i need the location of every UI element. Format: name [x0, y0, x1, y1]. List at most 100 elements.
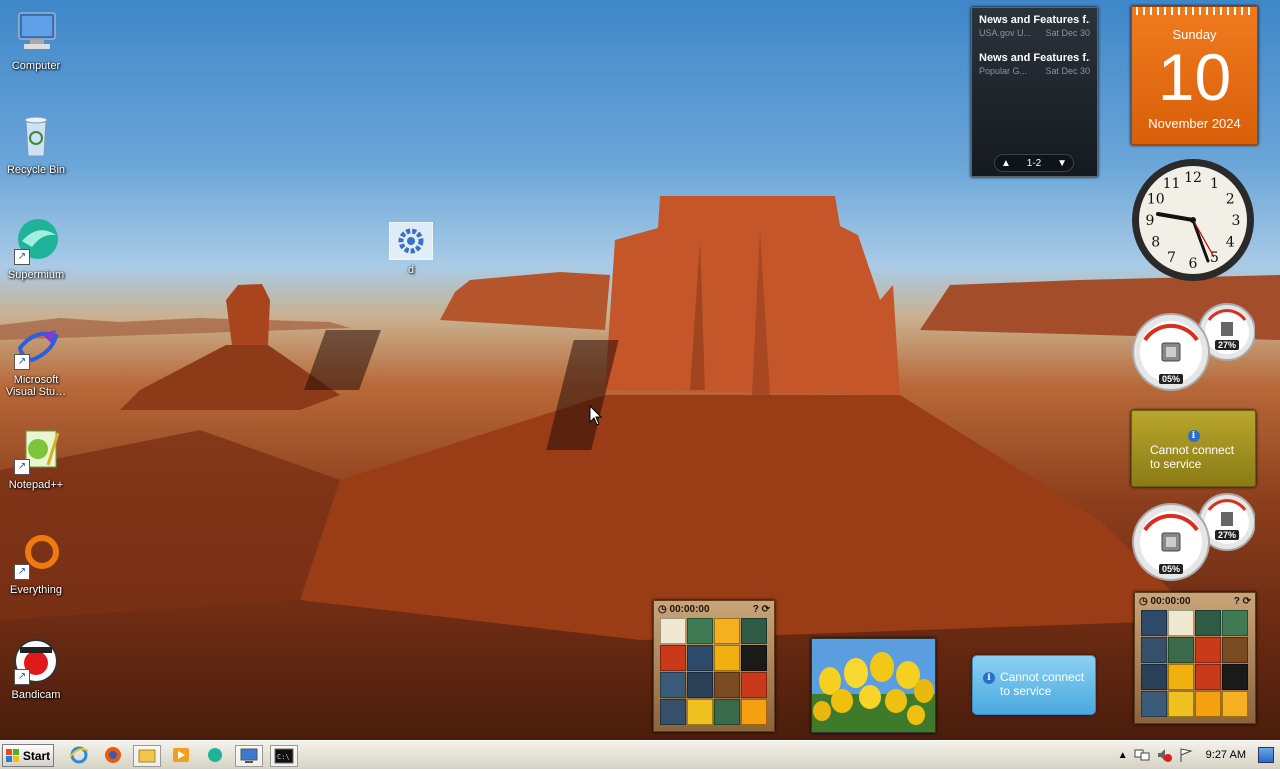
puzzle-tile[interactable]	[1195, 637, 1221, 663]
desktop-icon-supermium[interactable]: ↗ Supermium	[0, 217, 72, 281]
desktop-icon-label: Everything	[10, 584, 62, 596]
puzzle-tile[interactable]	[1168, 610, 1194, 636]
taskbar-supermium[interactable]	[202, 745, 228, 765]
puzzle-tile[interactable]	[1222, 637, 1248, 663]
puzzle-tile[interactable]	[741, 672, 767, 698]
taskbar-internet-explorer[interactable]	[66, 745, 92, 765]
puzzle-tile[interactable]	[660, 645, 686, 671]
command-prompt-icon: C:\	[274, 748, 294, 764]
cpu-usage-readout: 05%	[1159, 564, 1184, 574]
puzzle-tile[interactable]	[1141, 610, 1167, 636]
desktop-icon-bandicam[interactable]: ↗ Bandicam	[0, 637, 72, 701]
remote-desktop-icon	[240, 748, 258, 763]
puzzle-tile[interactable]	[1168, 637, 1194, 663]
cpu-meter-gadget[interactable]: 05% 27%	[1131, 300, 1256, 394]
shuffle-icon[interactable]: ⟳	[1243, 596, 1251, 607]
puzzle-tile[interactable]	[687, 645, 713, 671]
news-next-button[interactable]: ▼	[1057, 158, 1067, 169]
taskbar-file-explorer[interactable]	[133, 745, 161, 767]
puzzle-tile[interactable]	[660, 618, 686, 644]
desktop-icon-label: Notepad++	[8, 479, 64, 491]
bandicam-icon: ↗	[12, 637, 60, 685]
weather-error-line2: to service	[1150, 457, 1202, 471]
puzzle-tile[interactable]	[714, 618, 740, 644]
network-icon[interactable]	[1134, 747, 1150, 763]
desktop-icon-notepad-plus-plus[interactable]: ↗ Notepad++	[0, 427, 72, 491]
desktop-icon-visual-studio[interactable]: ↗ Microsoft Visual Stu…	[0, 322, 72, 398]
taskbar-command-prompt[interactable]: C:\	[270, 745, 298, 767]
puzzle-tile[interactable]	[1141, 664, 1167, 690]
shortcut-arrow-icon: ↗	[14, 459, 30, 475]
taskbar-remote-desktop[interactable]	[235, 745, 263, 767]
puzzle-tile[interactable]	[687, 672, 713, 698]
cpu-meter-gadget[interactable]: 05% 27%	[1131, 490, 1256, 584]
puzzle-tile[interactable]	[1141, 637, 1167, 663]
puzzle-tile[interactable]	[687, 699, 713, 725]
puzzle-timer: ◷ 00:00:00	[658, 603, 710, 615]
internet-explorer-icon	[69, 746, 89, 764]
puzzle-tile[interactable]	[1222, 664, 1248, 690]
puzzle-tile[interactable]	[714, 645, 740, 671]
clock-gadget[interactable]: 12 1 2 3 4 5 6 7 8 9 10 11	[1130, 157, 1256, 283]
help-icon[interactable]: ?	[753, 604, 759, 615]
everything-icon: ↗	[12, 532, 60, 580]
puzzle-tile[interactable]	[1195, 664, 1221, 690]
picture-puzzle-gadget[interactable]: ◷ 00:00:00 ? ⟳	[653, 600, 775, 732]
puzzle-tile[interactable]	[1168, 664, 1194, 690]
desktop-icon-computer[interactable]: Computer	[0, 8, 72, 72]
weather-gadget[interactable]: i Cannot connect to service	[972, 655, 1096, 715]
picture-puzzle-gadget[interactable]: ◷ 00:00:00 ? ⟳	[1134, 592, 1256, 724]
info-icon: i	[983, 672, 995, 684]
puzzle-tile[interactable]	[660, 699, 686, 725]
desktop-icon-everything[interactable]: ↗ Everything	[0, 532, 72, 596]
puzzle-tile[interactable]	[741, 618, 767, 644]
show-hidden-icons-button[interactable]: ▲	[1118, 750, 1128, 761]
taskbar-media-player[interactable]	[168, 745, 194, 765]
desktop-icon-recycle-bin[interactable]: Recycle Bin	[0, 112, 72, 176]
desktop-icon-d[interactable]: d	[375, 222, 447, 276]
taskbar-firefox[interactable]	[100, 745, 126, 765]
puzzle-tile[interactable]	[741, 645, 767, 671]
supermium-icon: ↗	[12, 217, 60, 265]
svg-text:C:\: C:\	[277, 753, 290, 761]
show-desktop-button[interactable]	[1258, 747, 1274, 763]
action-center-flag-icon[interactable]	[1178, 747, 1194, 763]
volume-muted-icon[interactable]	[1156, 747, 1172, 763]
puzzle-board[interactable]	[660, 618, 774, 725]
notepad-plus-plus-icon: ↗	[12, 427, 60, 475]
puzzle-tile[interactable]	[1222, 691, 1248, 717]
puzzle-tile[interactable]	[687, 618, 713, 644]
puzzle-tile[interactable]	[741, 699, 767, 725]
slideshow-gadget[interactable]	[811, 638, 936, 733]
clock-numeral: 11	[1163, 176, 1181, 192]
start-button[interactable]: Start	[2, 744, 54, 767]
weather-gadget[interactable]: i Cannot connect to service	[1131, 410, 1256, 487]
news-page-indicator: 1-2	[1026, 157, 1042, 169]
taskbar-clock[interactable]: 9:27 AM	[1206, 749, 1246, 761]
news-item[interactable]: News and Features f... Popular G... Sat D…	[972, 46, 1097, 76]
puzzle-tile[interactable]	[660, 672, 686, 698]
computer-icon	[12, 8, 60, 56]
news-pager: ▲ 1-2 ▼	[994, 154, 1074, 172]
clock-numeral: 12	[1184, 170, 1202, 186]
tulip-photo	[812, 639, 935, 732]
help-icon[interactable]: ?	[1234, 596, 1240, 607]
news-prev-button[interactable]: ▲	[1001, 158, 1011, 169]
news-gadget[interactable]: News and Features f... USA.gov U... Sat D…	[971, 7, 1098, 177]
puzzle-tile[interactable]	[714, 699, 740, 725]
news-item[interactable]: News and Features f... USA.gov U... Sat D…	[972, 8, 1097, 38]
puzzle-tile[interactable]	[714, 672, 740, 698]
puzzle-tile[interactable]	[1168, 691, 1194, 717]
desktop[interactable]: Computer Recycle Bin ↗ Supermium ↗ Micro…	[0, 0, 1280, 740]
firefox-icon	[105, 747, 121, 763]
calendar-gadget[interactable]: Sunday 10 November 2024	[1131, 6, 1258, 145]
puzzle-tile[interactable]	[1222, 610, 1248, 636]
puzzle-board[interactable]	[1141, 610, 1255, 717]
puzzle-tile[interactable]	[1141, 691, 1167, 717]
puzzle-tile[interactable]	[1195, 610, 1221, 636]
desktop-icon-label: Supermium	[7, 269, 65, 281]
shuffle-icon[interactable]: ⟳	[762, 604, 770, 615]
puzzle-tile[interactable]	[1195, 691, 1221, 717]
desktop-icon-label: Computer	[11, 60, 61, 72]
clock-numeral: 1	[1210, 176, 1219, 192]
